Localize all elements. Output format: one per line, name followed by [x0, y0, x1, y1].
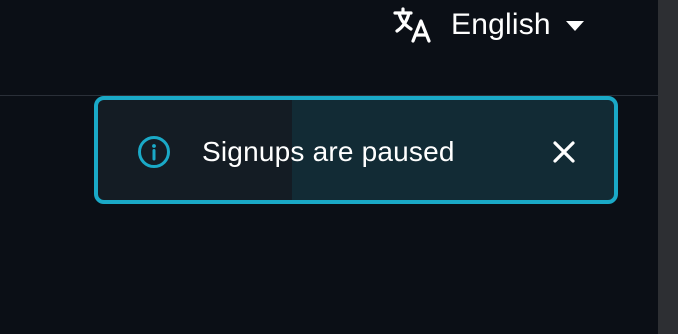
toast-body: Signups are paused	[98, 100, 614, 200]
caret-down-icon	[565, 20, 585, 32]
translate-icon	[389, 1, 437, 49]
vertical-scrollbar[interactable]	[658, 0, 678, 334]
language-label: English	[451, 8, 551, 41]
info-icon	[137, 135, 171, 169]
close-button[interactable]	[548, 136, 580, 168]
app-window: English Signups are paused	[0, 0, 678, 334]
signup-paused-toast: Signups are paused	[94, 96, 618, 204]
language-selector[interactable]: English	[389, 0, 585, 50]
close-icon[interactable]	[550, 138, 578, 166]
top-header: English	[0, 0, 658, 95]
toast-message: Signups are paused	[202, 136, 455, 167]
